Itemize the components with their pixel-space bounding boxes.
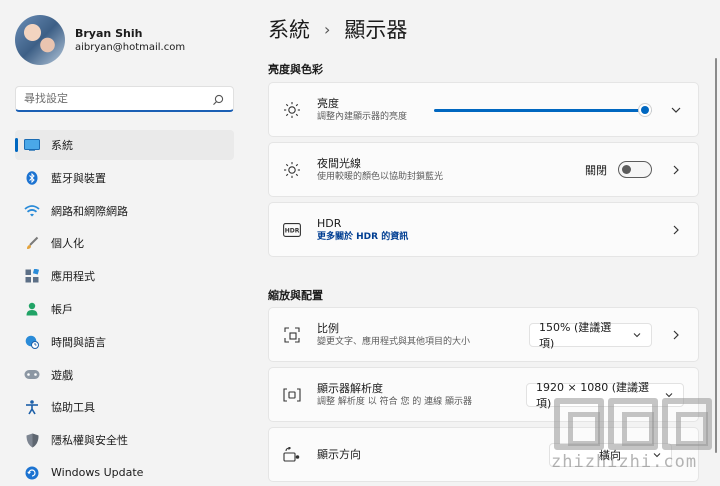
scale-dropdown-value: 150% (建議選項)	[539, 320, 612, 350]
page-title: 顯示器	[344, 18, 408, 42]
scrollbar[interactable]	[715, 58, 717, 453]
sidebar-item-label: 網路和網際網路	[51, 204, 128, 218]
section-title-brightness-color: 亮度與色彩	[268, 63, 323, 76]
night-light-toggle[interactable]	[618, 161, 652, 178]
sidebar-item-label: 隱私權與安全性	[51, 434, 128, 448]
watermark-text: zhizhizhi.com	[551, 452, 698, 472]
night-light-title: 夜間光線	[317, 156, 361, 170]
brightness-card[interactable]: 亮度 調整內建顯示器的亮度	[268, 82, 699, 137]
brightness-desc: 調整內建顯示器的亮度	[317, 111, 408, 122]
user-profile[interactable]: Bryan Shih aibryan@hotmail.com	[15, 15, 185, 65]
section-title-scale-layout: 縮放與配置	[268, 289, 323, 302]
sidebar-item-label: 時間與語言	[51, 335, 106, 349]
chevron-right-icon[interactable]	[666, 325, 686, 345]
scale-card[interactable]: 比例 變更文字、應用程式與其他項目的大小 150% (建議選項)	[268, 307, 699, 362]
sidebar-item-apps[interactable]: 應用程式	[15, 261, 234, 291]
sidebar-item-label: 藍牙與裝置	[51, 171, 106, 185]
brightness-slider[interactable]	[434, 102, 652, 117]
hdr-title: HDR	[317, 216, 342, 230]
hdr-info-link[interactable]: 更多關於 HDR 的資訊	[317, 231, 666, 244]
sidebar-item-system[interactable]: 系統	[15, 130, 234, 160]
sidebar: Bryan Shih aibryan@hotmail.com 系統 藍牙與裝置 …	[0, 0, 250, 486]
display-icon	[24, 137, 40, 153]
sidebar-item-privacy[interactable]: 隱私權與安全性	[15, 425, 234, 455]
profile-email: aibryan@hotmail.com	[75, 41, 186, 53]
update-icon	[24, 465, 40, 481]
scale-title: 比例	[317, 321, 339, 335]
brightness-text: 亮度 調整內建顯示器的亮度	[317, 96, 434, 124]
sidebar-item-personalization[interactable]: 個人化	[15, 228, 234, 258]
search-icon[interactable]	[211, 92, 225, 106]
scale-desc: 變更文字、應用程式與其他項目的大小	[317, 336, 471, 347]
orientation-title: 顯示方向	[317, 448, 361, 461]
chevron-down-icon	[632, 330, 642, 340]
accessibility-icon	[24, 399, 40, 415]
watermark: zhizhizhi.com	[548, 398, 720, 486]
night-light-desc: 使用較暖的顏色以協助封鎖藍光	[317, 171, 444, 182]
orientation-icon	[282, 445, 302, 465]
hdr-icon: HDR	[282, 220, 302, 240]
person-icon	[24, 301, 40, 317]
apps-icon	[24, 268, 40, 284]
profile-text: Bryan Shih aibryan@hotmail.com	[75, 26, 185, 55]
night-light-icon	[282, 160, 302, 180]
night-light-text: 夜間光線 使用較暖的顏色以協助封鎖藍光	[317, 156, 585, 184]
wifi-icon	[24, 203, 40, 219]
sidebar-item-network[interactable]: 網路和網際網路	[15, 196, 234, 226]
shield-icon	[24, 432, 40, 448]
scale-text: 比例 變更文字、應用程式與其他項目的大小	[317, 321, 529, 349]
orientation-text: 顯示方向	[317, 447, 549, 462]
night-light-toggle-label: 關閉	[585, 163, 607, 177]
globe-clock-icon	[24, 334, 40, 350]
chevron-down-icon[interactable]	[666, 100, 686, 120]
search-input[interactable]	[24, 92, 211, 105]
brightness-slider-track	[434, 108, 652, 112]
brightness-title: 亮度	[317, 96, 339, 110]
sun-icon	[282, 100, 302, 120]
breadcrumb-separator: ›	[324, 19, 331, 39]
chevron-right-icon[interactable]	[666, 220, 686, 240]
chevron-right-icon[interactable]	[666, 160, 686, 180]
watermark-logo	[554, 398, 720, 450]
sidebar-item-label: 帳戶	[51, 302, 73, 316]
sidebar-item-label: 協助工具	[51, 401, 95, 415]
breadcrumb: 系統 › 顯示器	[268, 14, 407, 44]
resolution-desc: 調整 解析度 以 符合 您 的 連線 顯示器	[317, 396, 473, 407]
sidebar-item-accessibility[interactable]: 協助工具	[15, 392, 234, 422]
brightness-slider-thumb[interactable]	[638, 102, 652, 117]
sidebar-item-label: 應用程式	[51, 270, 95, 284]
sidebar-item-time-language[interactable]: 時間與語言	[15, 327, 234, 357]
resolution-title: 顯示器解析度	[317, 381, 383, 395]
hdr-card[interactable]: HDR HDR 更多關於 HDR 的資訊	[268, 202, 699, 257]
avatar[interactable]	[15, 15, 65, 65]
resolution-text: 顯示器解析度 調整 解析度 以 符合 您 的 連線 顯示器	[317, 381, 526, 409]
sidebar-item-label: 遊戲	[51, 368, 73, 382]
gamepad-icon	[24, 367, 40, 383]
hdr-text: HDR 更多關於 HDR 的資訊	[317, 216, 666, 244]
sidebar-item-gaming[interactable]: 遊戲	[15, 360, 234, 390]
sidebar-nav: 系統 藍牙與裝置 網路和網際網路 個人化 應用程式 帳戶 時間與語言 遊戲 協助…	[15, 130, 234, 486]
sidebar-item-label: 個人化	[51, 237, 84, 251]
breadcrumb-parent[interactable]: 系統	[268, 14, 310, 44]
sidebar-item-label: 系統	[51, 139, 73, 152]
night-light-card[interactable]: 夜間光線 使用較暖的顏色以協助封鎖藍光 關閉	[268, 142, 699, 197]
svg-text:HDR: HDR	[285, 227, 300, 234]
sidebar-item-accounts[interactable]: 帳戶	[15, 294, 234, 324]
sidebar-item-label: Windows Update	[51, 466, 144, 480]
profile-name: Bryan Shih	[75, 26, 143, 40]
brush-icon	[24, 235, 40, 251]
sidebar-item-windows-update[interactable]: Windows Update	[15, 458, 234, 486]
search-box[interactable]	[15, 86, 234, 112]
scale-dropdown[interactable]: 150% (建議選項)	[529, 321, 652, 350]
sidebar-item-bluetooth[interactable]: 藍牙與裝置	[15, 163, 234, 193]
bluetooth-icon	[24, 170, 40, 186]
scale-icon	[282, 325, 302, 345]
resolution-icon	[282, 385, 302, 405]
